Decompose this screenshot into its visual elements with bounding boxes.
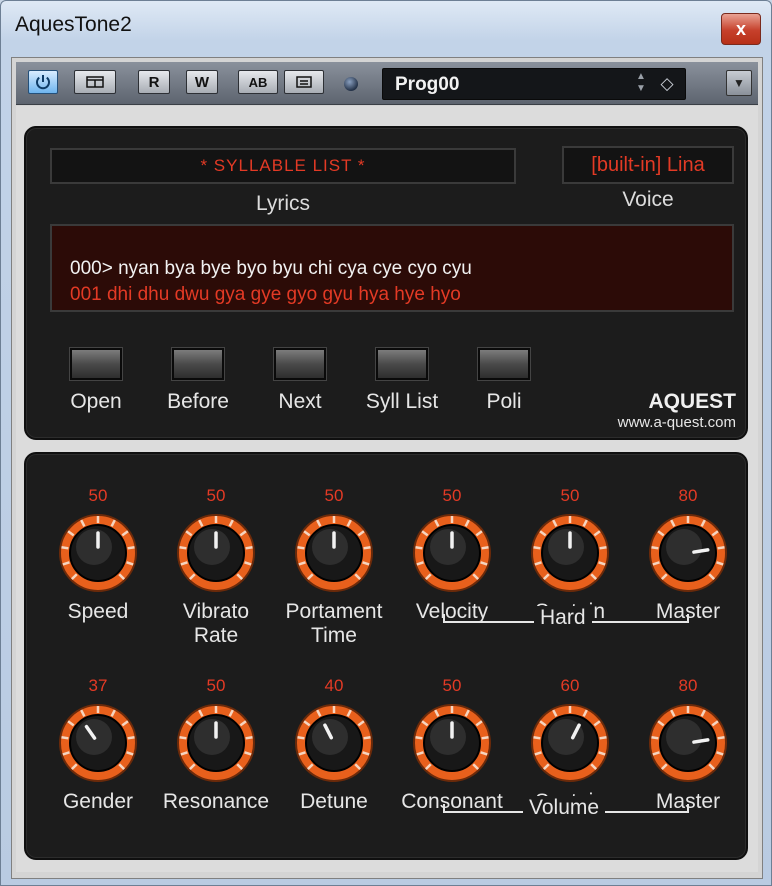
client-area: R W AB Prog00 ▲ ▼ ◇ ▼ * SYLLABLE LIST * … xyxy=(11,57,763,879)
preset-selector[interactable]: Prog00 ▲ ▼ ◇ xyxy=(382,68,686,100)
voice-selector[interactable]: [built-in] Lina xyxy=(562,146,734,184)
preset-name: Prog00 xyxy=(395,74,460,95)
lyrics-label: Lyrics xyxy=(255,192,311,215)
syll-list-button-label: Syll List xyxy=(365,390,439,413)
brand-url: www.a-quest.com xyxy=(617,414,736,431)
plugin-window: AquesTone2 x R W AB Prog00 ▲ ▼ ◇ ▼ * SYL… xyxy=(0,0,772,886)
before-button-label: Before xyxy=(167,390,229,413)
lyrics-display: 000> nyan bya bye byo byu chi cya cye cy… xyxy=(50,224,734,312)
compare-ab-button[interactable]: AB xyxy=(238,70,278,94)
bypass-icon xyxy=(86,76,104,88)
brand-logo: AQUEST xyxy=(648,390,736,413)
activity-led-icon xyxy=(344,77,358,91)
poli-button-label: Poli xyxy=(486,390,522,413)
lyrics-line-current: 000> nyan bya bye byo byu chi cya cye cy… xyxy=(70,258,472,279)
preset-spinner[interactable]: ▲ ▼ xyxy=(631,71,651,97)
next-button[interactable] xyxy=(274,348,326,380)
voice-label: Voice xyxy=(622,188,674,211)
plugin-gui: * SYLLABLE LIST * Lyrics [built-in] Lina… xyxy=(16,106,758,872)
close-button[interactable]: x xyxy=(721,13,761,45)
hard-group-label: Hard xyxy=(534,606,592,630)
spin-down-icon[interactable]: ▼ xyxy=(631,83,651,95)
syllable-list-display[interactable]: * SYLLABLE LIST * xyxy=(50,148,516,184)
spin-up-icon[interactable]: ▲ xyxy=(631,71,651,83)
window-title: AquesTone2 xyxy=(15,13,132,36)
next-button-label: Next xyxy=(278,390,322,413)
power-button[interactable] xyxy=(28,70,58,94)
before-button[interactable] xyxy=(172,348,224,380)
close-icon: x xyxy=(735,18,746,39)
open-button[interactable] xyxy=(70,348,122,380)
volume-group-label: Volume xyxy=(523,796,606,820)
read-automation-button[interactable]: R xyxy=(138,70,170,94)
copy-settings-button[interactable] xyxy=(284,70,324,94)
syll-list-button[interactable] xyxy=(376,348,428,380)
open-button-label: Open xyxy=(70,390,122,413)
bypass-button[interactable] xyxy=(74,70,116,94)
host-toolbar: R W AB Prog00 ▲ ▼ ◇ ▼ xyxy=(16,62,758,105)
group-brackets xyxy=(443,614,689,813)
toolbar-menu-chevron-icon[interactable]: ▼ xyxy=(726,70,752,96)
lyrics-line-next: 001 dhi dhu dwu gya gye gyo gyu hya hye … xyxy=(70,284,461,305)
lyrics-panel: * SYLLABLE LIST * Lyrics [built-in] Lina… xyxy=(24,126,748,440)
write-automation-button[interactable]: W xyxy=(186,70,218,94)
power-icon xyxy=(36,75,50,90)
preset-load-icon[interactable]: ◇ xyxy=(655,72,679,96)
copy-icon xyxy=(296,76,312,88)
knobs-panel: 50 Speed 50 Vibrato Rate 50 Portament Time 50 Vel… xyxy=(24,452,748,860)
poli-button[interactable] xyxy=(478,348,530,380)
